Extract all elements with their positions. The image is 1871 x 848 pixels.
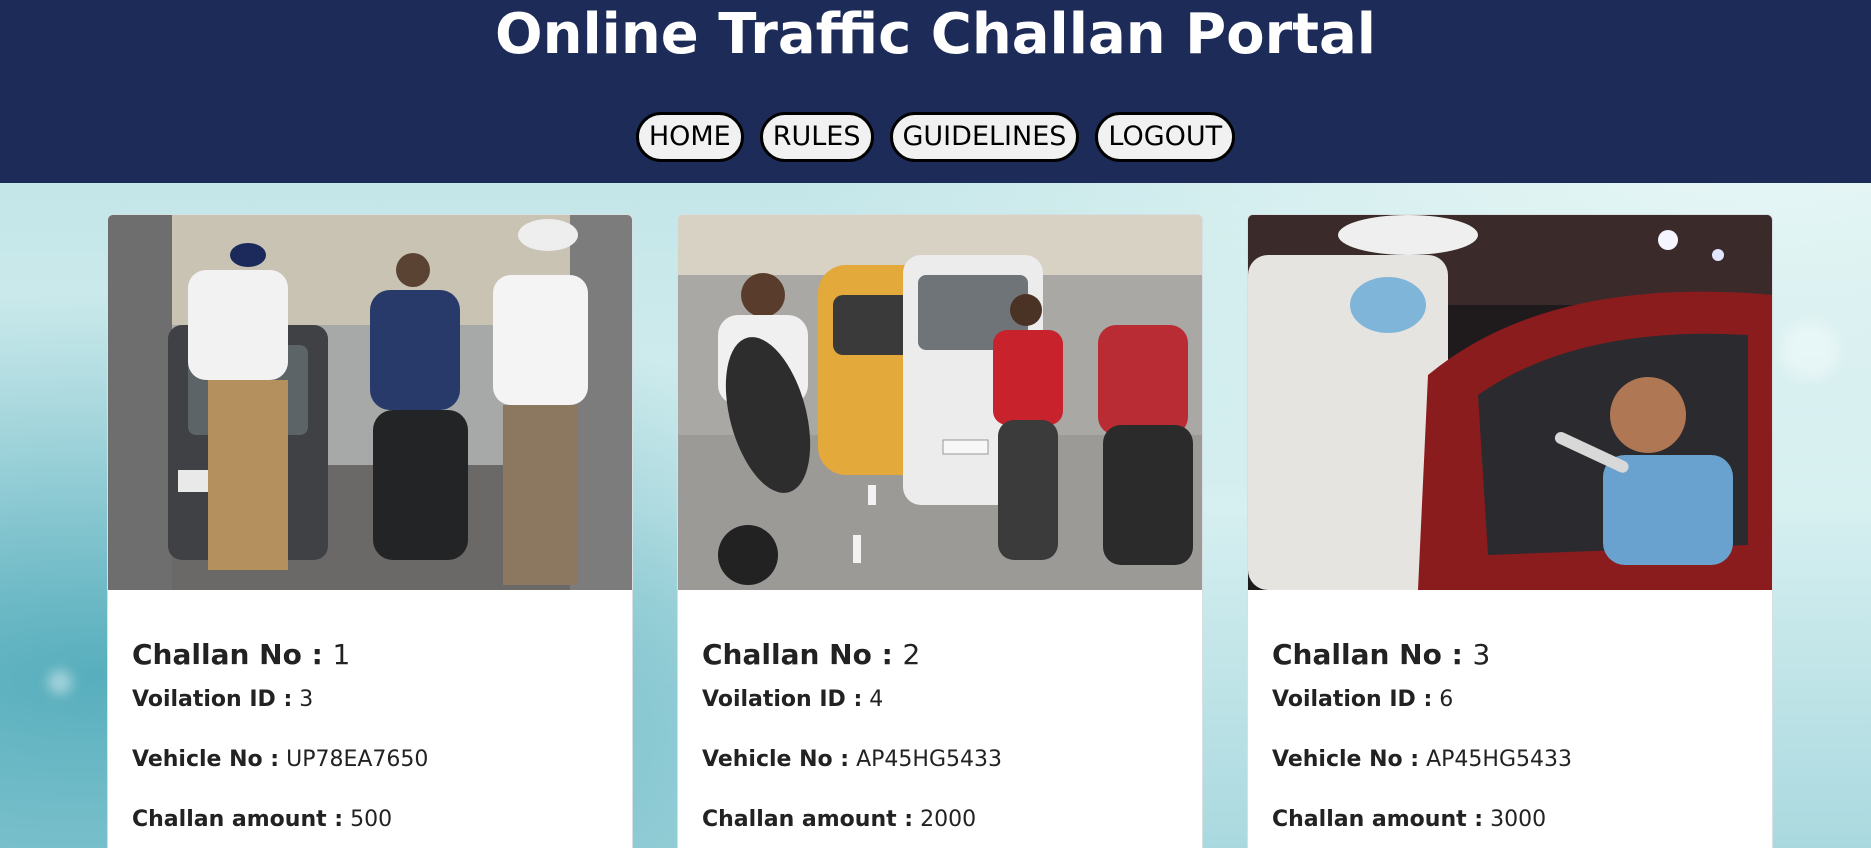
nav-guidelines-button[interactable]: GUIDELINES: [889, 112, 1080, 162]
nav-logout-button[interactable]: LOGOUT: [1095, 112, 1236, 162]
challan-number: Challan No : 3: [1272, 638, 1748, 672]
challan-number-label: Challan No :: [702, 638, 893, 671]
challan-photo: [678, 215, 1202, 590]
challan-amount-value: 2000: [920, 807, 977, 832]
vehicle-number-label: Vehicle No :: [1272, 747, 1420, 772]
violation-id-label: Voilation ID :: [132, 687, 293, 712]
violation-id: Voilation ID : 4: [702, 686, 1178, 714]
violation-id: Voilation ID : 3: [132, 686, 608, 714]
challan-number-label: Challan No :: [132, 638, 323, 671]
violation-id-label: Voilation ID :: [702, 687, 863, 712]
vehicle-number-label: Vehicle No :: [702, 747, 850, 772]
violation-id-value: 3: [299, 687, 314, 712]
vehicle-number-value: AP45HG5433: [856, 747, 1002, 772]
challan-photo: [1248, 215, 1772, 590]
vehicle-number: Vehicle No : AP45HG5433: [1272, 746, 1748, 774]
background-light: [1780, 320, 1840, 380]
vehicle-number-value: UP78EA7650: [286, 747, 429, 772]
violation-id-label: Voilation ID :: [1272, 687, 1433, 712]
challan-amount-label: Challan amount :: [1272, 807, 1484, 832]
nav-rules-button[interactable]: RULES: [759, 112, 874, 162]
challan-amount-value: 500: [350, 807, 393, 832]
page-title: Online Traffic Challan Portal: [495, 2, 1376, 67]
challan-amount: Challan amount : 3000: [1272, 806, 1748, 834]
challan-card: Challan No : 2 Voilation ID : 4 Vehicle …: [677, 214, 1203, 848]
challan-amount-value: 3000: [1490, 807, 1547, 832]
challan-amount: Challan amount : 2000: [702, 806, 1178, 834]
violation-id-value: 4: [869, 687, 884, 712]
vehicle-number: Vehicle No : AP45HG5433: [702, 746, 1178, 774]
nav-home-button[interactable]: HOME: [635, 112, 744, 162]
main-nav: HOME RULES GUIDELINES LOGOUT: [0, 112, 1871, 162]
challan-number: Challan No : 1: [132, 638, 608, 672]
card-body: Challan No : 1 Voilation ID : 3 Vehicle …: [108, 590, 632, 834]
challan-amount-label: Challan amount :: [702, 807, 914, 832]
vehicle-number-label: Vehicle No :: [132, 747, 280, 772]
card-body: Challan No : 2 Voilation ID : 4 Vehicle …: [678, 590, 1202, 834]
vehicle-number-value: AP45HG5433: [1426, 747, 1572, 772]
background-light: [48, 670, 72, 694]
site-header: Online Traffic Challan Portal HOME RULES…: [0, 0, 1871, 183]
challan-photo: [108, 215, 632, 590]
challan-card: Challan No : 3 Voilation ID : 6 Vehicle …: [1247, 214, 1773, 848]
challan-amount: Challan amount : 500: [132, 806, 608, 834]
challan-number: Challan No : 2: [702, 638, 1178, 672]
card-body: Challan No : 3 Voilation ID : 6 Vehicle …: [1248, 590, 1772, 834]
challan-amount-label: Challan amount :: [132, 807, 344, 832]
challan-number-value: 1: [332, 638, 351, 671]
challan-number-label: Challan No :: [1272, 638, 1463, 671]
violation-id: Voilation ID : 6: [1272, 686, 1748, 714]
challan-number-value: 3: [1472, 638, 1491, 671]
challan-card: Challan No : 1 Voilation ID : 3 Vehicle …: [107, 214, 633, 848]
violation-id-value: 6: [1439, 687, 1454, 712]
vehicle-number: Vehicle No : UP78EA7650: [132, 746, 608, 774]
challan-number-value: 2: [902, 638, 921, 671]
